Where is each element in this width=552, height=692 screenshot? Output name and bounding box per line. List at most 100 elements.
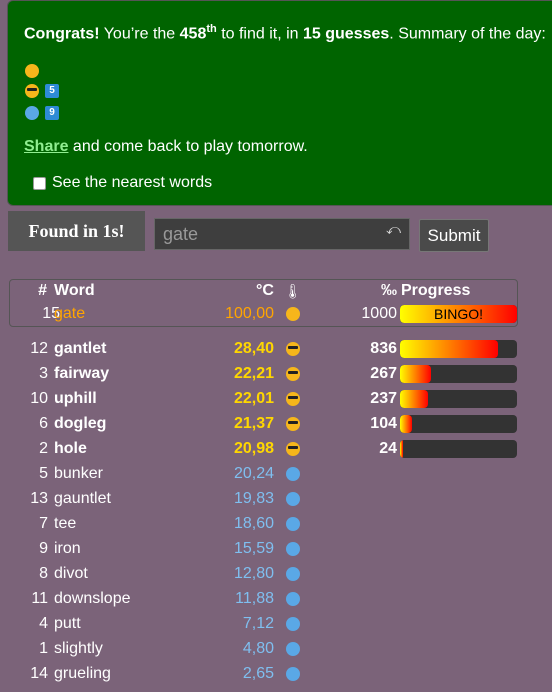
cold-emoji-icon	[286, 642, 300, 656]
guess-temp: 18,60	[233, 515, 274, 532]
undo-icon[interactable]: ⤺	[386, 221, 401, 238]
share-link[interactable]: Share	[24, 138, 68, 155]
sunglasses-emoji-icon	[286, 342, 300, 356]
guess-num: 14	[30, 665, 48, 682]
guess-temp: 7,12	[242, 615, 274, 632]
congrats-text-1: You’re the	[103, 25, 176, 43]
guess-progress-bar	[400, 365, 517, 383]
success-panel: Congrats! You’re the 458th to find it, i…	[7, 0, 552, 206]
congrats-label: Congrats!	[24, 25, 100, 43]
found-time-button[interactable]: Found in 1s!	[8, 211, 145, 251]
congrats-text-3: . Summary of the day:	[389, 25, 546, 43]
guess-progress-bar	[400, 340, 517, 358]
cold-emoji-icon	[286, 542, 300, 556]
guess-num: 11	[31, 590, 48, 607]
guess-progress-fill	[400, 390, 428, 408]
sunglasses-emoji-icon	[286, 442, 300, 456]
guess-num: 1	[39, 640, 48, 657]
sunglasses-emoji-icon	[25, 84, 39, 98]
guess-num: 8	[39, 565, 48, 582]
warm-count-badge: 5	[45, 84, 59, 98]
header-word: Word	[54, 282, 95, 299]
submit-button[interactable]: Submit	[419, 219, 489, 252]
guess-word: putt	[54, 615, 81, 632]
rank-suffix: th	[206, 23, 217, 35]
nearest-words-checkbox[interactable]	[33, 176, 46, 190]
cold-count-badge: 9	[45, 106, 59, 120]
guess-word: bunker	[54, 465, 103, 482]
congrats-text: Congrats! You’re the 458th to find it, i…	[24, 23, 546, 43]
guess-temp: 12,80	[233, 565, 274, 582]
guess-count: 15 guesses	[303, 25, 390, 43]
guess-word: dogleg	[54, 415, 107, 432]
nearest-words-label: See the nearest words	[52, 174, 213, 191]
cold-emoji-icon	[286, 467, 300, 481]
guess-progress-bar	[400, 415, 517, 433]
summary-row-hot	[25, 63, 39, 79]
guess-progress-fill	[400, 440, 403, 458]
share-line: Share and come back to play tomorrow.	[24, 138, 308, 156]
guess-num: 5	[39, 465, 48, 482]
header-num: #	[38, 282, 47, 299]
latest-permille: 1000	[361, 305, 397, 322]
guess-temp: 22,01	[233, 390, 274, 407]
hot-emoji-icon	[25, 64, 39, 78]
guess-word: tee	[54, 515, 77, 532]
guess-permille: 237	[370, 390, 397, 407]
guess-word: downslope	[54, 590, 131, 607]
hot-emoji-icon	[286, 307, 300, 321]
guess-permille: 104	[370, 415, 397, 432]
guess-temp: 20,24	[233, 465, 274, 482]
guess-permille: 836	[370, 340, 397, 357]
guess-word: gauntlet	[54, 490, 111, 507]
cold-emoji-icon	[286, 592, 300, 606]
guess-progress-bar	[400, 440, 517, 458]
guess-num: 3	[39, 365, 48, 382]
guess-temp: 11,88	[235, 590, 274, 607]
sunglasses-emoji-icon	[286, 392, 300, 406]
cold-emoji-icon	[286, 517, 300, 531]
summary-row-warm: 5	[25, 83, 59, 99]
guess-progress-bar	[400, 390, 517, 408]
sunglasses-emoji-icon	[286, 417, 300, 431]
guess-num: 7	[39, 515, 48, 532]
cold-emoji-icon	[286, 567, 300, 581]
bingo-label: BINGO!	[433, 306, 483, 322]
guess-word: uphill	[54, 390, 97, 407]
guess-word: gantlet	[54, 340, 107, 357]
guess-word: iron	[54, 540, 81, 557]
cold-emoji-icon	[286, 617, 300, 631]
guess-word: divot	[54, 565, 88, 582]
summary-row-cold: 9	[25, 105, 59, 121]
guess-num: 9	[39, 540, 48, 557]
cold-emoji-icon	[25, 106, 39, 120]
guess-permille: 24	[379, 440, 397, 457]
guess-permille: 267	[370, 365, 397, 382]
congrats-text-2: to find it, in	[221, 25, 299, 43]
guess-temp: 2,65	[242, 665, 274, 682]
guess-word: fairway	[54, 365, 110, 382]
latest-word: gate	[54, 305, 86, 322]
rank-value: 458	[179, 25, 207, 43]
guess-progress-fill	[400, 365, 432, 383]
guess-word: grueling	[54, 665, 111, 682]
guess-progress-fill	[400, 340, 498, 358]
latest-progress-bar: BINGO!	[400, 305, 517, 323]
guess-num: 6	[39, 415, 48, 432]
guess-temp: 19,83	[233, 490, 274, 507]
thermometer-icon: 🌡	[284, 283, 302, 299]
guess-temp: 20,98	[233, 440, 274, 457]
share-text: and come back to play tomorrow.	[72, 138, 308, 155]
guess-word: slightly	[54, 640, 103, 657]
guess-word: hole	[54, 440, 87, 457]
guess-input[interactable]: gate	[154, 218, 410, 250]
guess-num: 12	[30, 340, 48, 357]
guess-num: 4	[39, 615, 48, 632]
header-progress: Progress	[401, 282, 471, 299]
cold-emoji-icon	[286, 492, 300, 506]
guess-temp: 15,59	[233, 540, 274, 557]
guess-temp: 28,40	[233, 340, 274, 357]
nearest-words-toggle[interactable]: See the nearest words	[33, 174, 212, 192]
guess-temp: 21,37	[233, 415, 274, 432]
guess-num: 13	[30, 490, 48, 507]
